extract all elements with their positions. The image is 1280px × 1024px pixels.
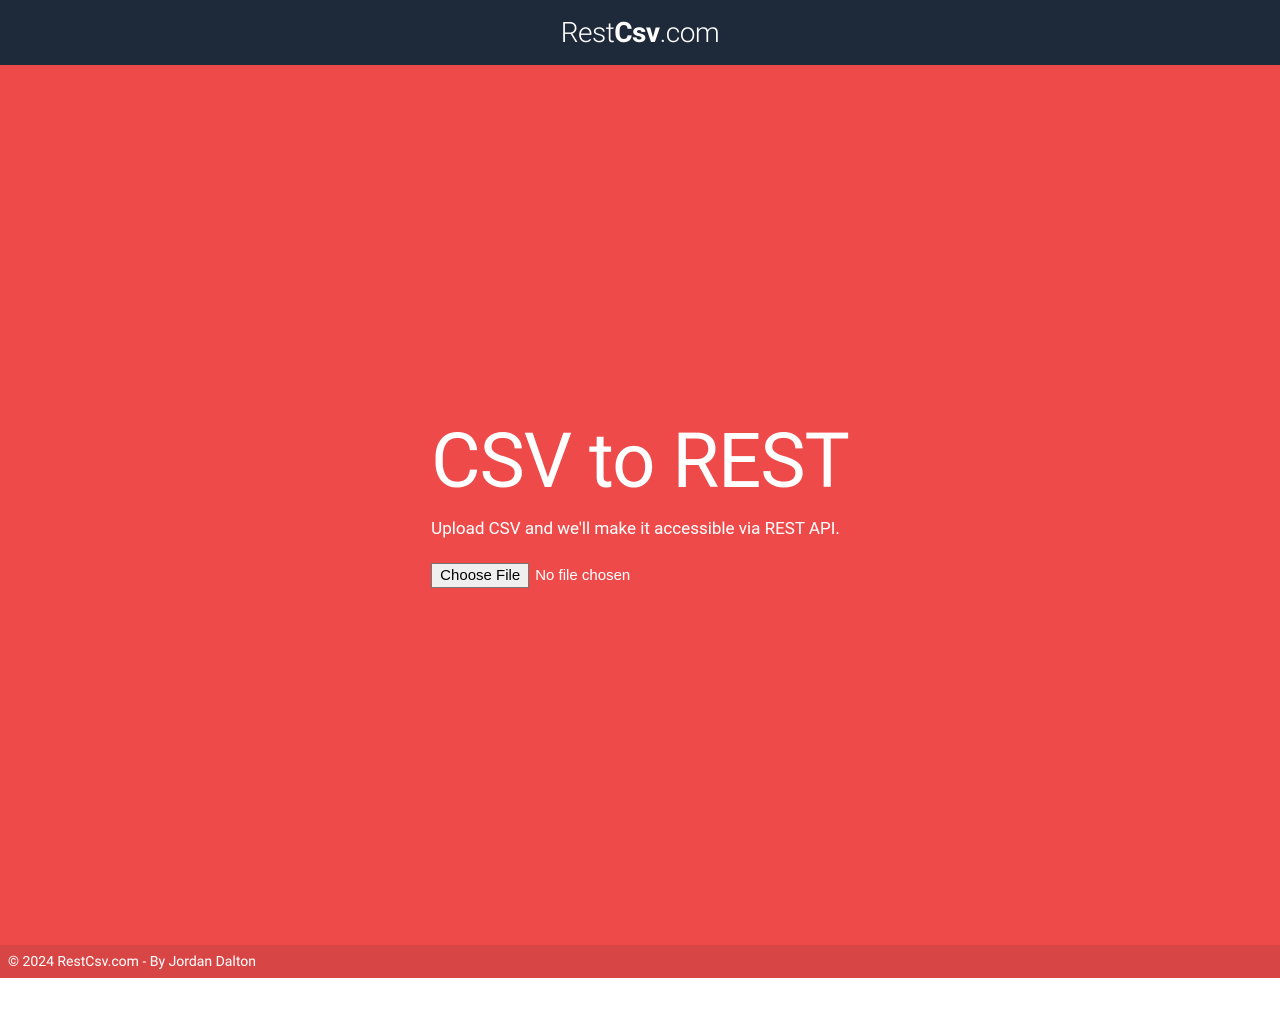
footer: © 2024 RestCsv.com - By Jordan Dalton bbox=[0, 945, 1280, 978]
bottom-gap bbox=[0, 978, 1280, 1024]
logo-part3: .com bbox=[660, 16, 720, 49]
logo[interactable]: RestCsv.com bbox=[561, 16, 720, 49]
footer-copyright: © 2024 RestCsv.com - By Jordan Dalton bbox=[8, 954, 256, 970]
file-input-wrapper: Choose File No file chosen bbox=[431, 563, 630, 588]
main-content: CSV to REST Upload CSV and we'll make it… bbox=[0, 65, 1280, 945]
choose-file-button[interactable]: Choose File bbox=[431, 563, 529, 588]
hero-section: CSV to REST Upload CSV and we'll make it… bbox=[431, 423, 849, 588]
logo-part2: Csv bbox=[614, 16, 659, 49]
file-status-text: No file chosen bbox=[535, 567, 630, 584]
logo-part1: Rest bbox=[561, 16, 614, 49]
hero-subtitle: Upload CSV and we'll make it accessible … bbox=[431, 519, 840, 539]
hero-title: CSV to REST bbox=[431, 423, 849, 499]
header: RestCsv.com bbox=[0, 0, 1280, 65]
